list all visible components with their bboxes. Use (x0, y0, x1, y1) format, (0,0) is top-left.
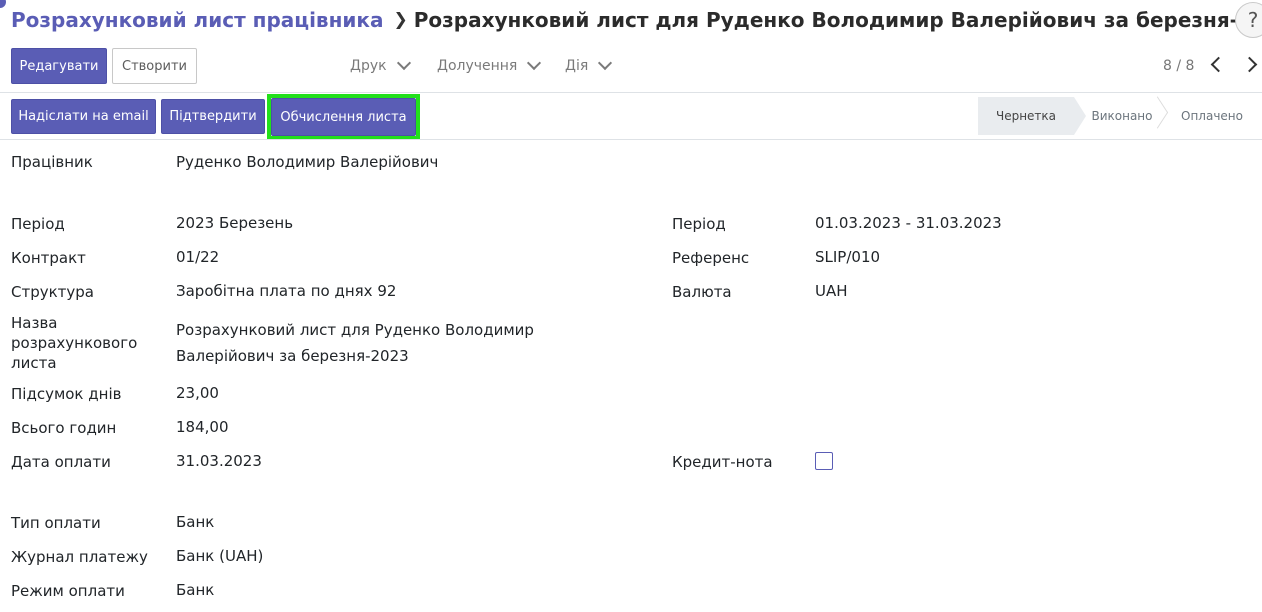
breadcrumb: Розрахунковий лист працівника ❯ Розрахун… (11, 6, 1262, 34)
period-field[interactable]: 2023 Березень (176, 210, 293, 236)
hours-total-field[interactable]: 184,00 (176, 414, 229, 440)
currency-field[interactable]: UAH (815, 278, 848, 304)
period-range-field[interactable]: 01.03.2023 - 31.03.2023 (815, 210, 1002, 236)
credit-note-label: Кредит-нота (672, 453, 773, 471)
action-dropdown[interactable]: Дія (565, 55, 613, 74)
print-dropdown[interactable]: Друк (350, 55, 411, 74)
days-total-field[interactable]: 23,00 (176, 380, 219, 406)
currency-label: Валюта (672, 283, 732, 301)
payment-journal-field[interactable]: Банк (UAH) (176, 543, 263, 569)
slip-name-line: Розрахунковий лист для Руденко Володимир (176, 321, 534, 339)
period-range-label: Період (672, 215, 726, 233)
payment-mode-field[interactable]: Банк (176, 577, 214, 603)
pager-value[interactable]: 8 / 8 (1163, 58, 1194, 74)
days-total-label: Підсумок днів (11, 385, 122, 403)
attach-dropdown[interactable]: Долучення (437, 55, 542, 74)
reference-label: Референс (672, 249, 750, 267)
send-email-button[interactable]: Надіслати на email (11, 99, 156, 134)
status-arrow (1074, 97, 1086, 135)
reference-field[interactable]: SLIP/010 (815, 244, 880, 270)
payment-journal-label: Журнал платежу (11, 548, 148, 566)
breadcrumb-current: Розрахунковий лист для Руденко Володимир… (413, 8, 1262, 32)
edit-button[interactable]: Редагувати (11, 48, 107, 84)
employee-label: Працівник (11, 153, 93, 171)
payment-date-label: Дата оплати (11, 453, 111, 471)
slip-name-label-line: розрахункового (11, 334, 138, 352)
slip-name-label: Назва розрахункового листа (11, 313, 137, 373)
action-dropdown-label: Дія (565, 58, 589, 74)
structure-field[interactable]: Заробітна плата по днях 92 (176, 278, 396, 304)
contract-field[interactable]: 01/22 (176, 244, 219, 270)
payment-mode-label: Режим оплати (11, 582, 125, 600)
status-bar: Чернетка Виконано Оплачено (978, 97, 1262, 135)
chevron-left-icon[interactable] (1210, 56, 1227, 73)
create-button[interactable]: Створити (112, 48, 197, 84)
slip-name-line: Валерійович за березня-2023 (176, 347, 409, 365)
print-dropdown-label: Друк (350, 58, 387, 74)
chevron-right-icon[interactable] (1241, 56, 1258, 73)
slip-name-label-line: листа (11, 354, 57, 372)
payment-type-label: Тип оплати (11, 514, 101, 532)
employee-field[interactable]: Руденко Володимир Валерійович (176, 149, 438, 175)
hours-total-label: Всього годин (11, 419, 117, 437)
slip-name-label-line: Назва (11, 314, 58, 332)
status-stage-paid[interactable]: Оплачено (1170, 97, 1254, 135)
breadcrumb-parent-link[interactable]: Розрахунковий лист працівника (11, 8, 384, 32)
structure-label: Структура (11, 283, 94, 301)
breadcrumb-separator-icon: ❯ (393, 10, 408, 30)
credit-note-checkbox[interactable] (815, 452, 833, 470)
contract-label: Контракт (11, 249, 86, 267)
attach-dropdown-label: Долучення (437, 58, 518, 74)
left-edge-marker (0, 0, 6, 8)
divider (0, 92, 1262, 93)
highlight-box (267, 94, 420, 140)
chevron-down-icon (396, 55, 411, 71)
status-separator (1148, 97, 1162, 135)
period-label: Період (11, 215, 65, 233)
divider (0, 139, 1262, 140)
question-icon: ? (1247, 8, 1259, 32)
status-stage-draft[interactable]: Чернетка (978, 97, 1074, 135)
confirm-button[interactable]: Підтвердити (161, 99, 265, 134)
slip-name-field[interactable]: Розрахунковий лист для Руденко Володимир… (176, 317, 534, 369)
payment-type-field[interactable]: Банк (176, 509, 214, 535)
chevron-down-icon (598, 55, 613, 71)
chevron-down-icon (527, 55, 542, 71)
payment-date-field[interactable]: 31.03.2023 (176, 448, 262, 474)
